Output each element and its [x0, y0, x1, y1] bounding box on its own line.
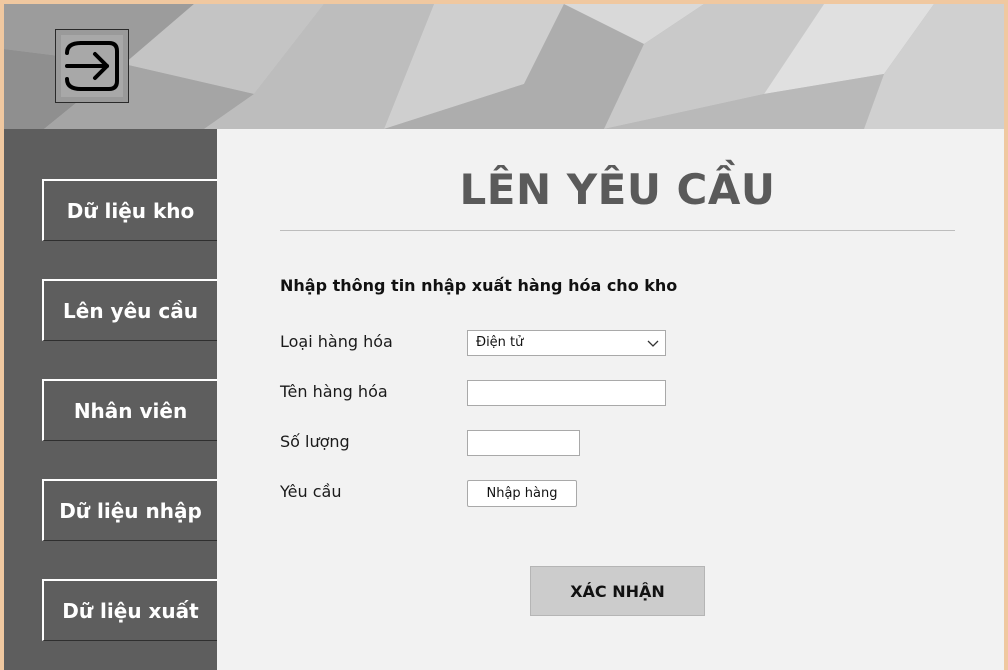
header-banner: [4, 4, 1004, 129]
category-select-value: Điện tử: [476, 335, 524, 350]
header-background-pattern: [4, 4, 1004, 129]
sidebar-item-du-lieu-xuat[interactable]: Dữ liệu xuất: [42, 579, 217, 641]
chevron-down-icon: [647, 340, 659, 347]
sidebar-item-label: Nhân viên: [73, 398, 188, 423]
title-divider: [280, 230, 955, 231]
main-panel: LÊN YÊU CẦU Nhập thông tin nhập xuất hàn…: [217, 129, 1004, 670]
form-subtitle: Nhập thông tin nhập xuất hàng hóa cho kh…: [280, 276, 678, 295]
logout-arrow-icon: [61, 35, 123, 97]
page-title: LÊN YÊU CẦU: [459, 165, 776, 214]
category-select[interactable]: Điện tử: [467, 330, 666, 356]
logout-button[interactable]: [55, 29, 129, 103]
request-type-button[interactable]: Nhập hàng: [467, 480, 577, 507]
sidebar-item-nhan-vien[interactable]: Nhân viên: [42, 379, 217, 441]
sidebar: Dữ liệu kho Lên yêu cầu Nhân viên Dữ liệ…: [4, 129, 217, 670]
product-name-input[interactable]: [467, 380, 666, 406]
product-name-label: Tên hàng hóa: [280, 382, 388, 401]
sidebar-item-label: Dữ liệu kho: [66, 198, 195, 223]
quantity-label: Số lượng: [280, 432, 350, 451]
app-window: Dữ liệu kho Lên yêu cầu Nhân viên Dữ liệ…: [0, 0, 1008, 670]
request-type-button-label: Nhập hàng: [486, 486, 558, 501]
sidebar-item-len-yeu-cau[interactable]: Lên yêu cầu: [42, 279, 217, 341]
sidebar-item-label: Lên yêu cầu: [63, 298, 198, 323]
request-label: Yêu cầu: [280, 482, 342, 501]
quantity-input[interactable]: [467, 430, 580, 456]
sidebar-item-label: Dữ liệu xuất: [62, 598, 199, 623]
sidebar-item-du-lieu-nhap[interactable]: Dữ liệu nhập: [42, 479, 217, 541]
sidebar-item-label: Dữ liệu nhập: [59, 498, 202, 523]
sidebar-item-du-lieu-kho[interactable]: Dữ liệu kho: [42, 179, 217, 241]
category-label: Loại hàng hóa: [280, 332, 393, 351]
confirm-button-label: XÁC NHẬN: [570, 581, 665, 601]
confirm-button[interactable]: XÁC NHẬN: [530, 566, 705, 616]
